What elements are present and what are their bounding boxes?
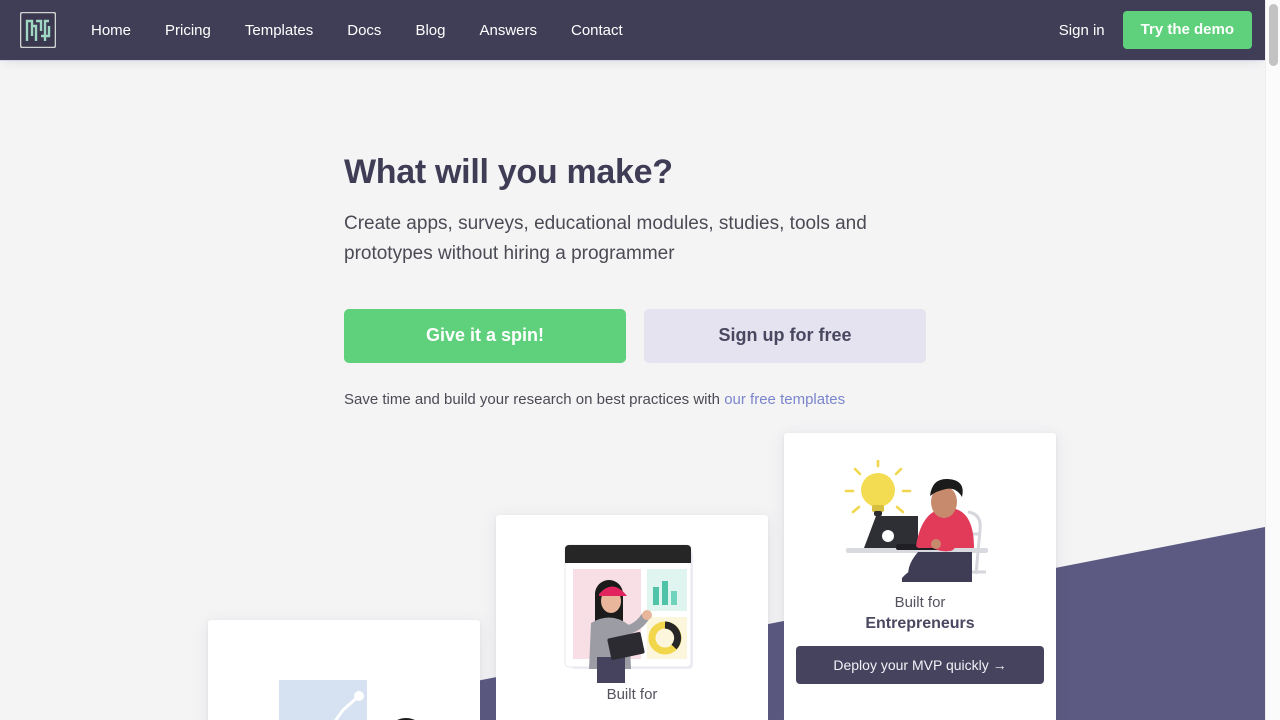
nav-item-docs[interactable]: Docs (330, 14, 398, 47)
sign-in-link[interactable]: Sign in (1041, 13, 1123, 48)
sign-up-for-free-button[interactable]: Sign up for free (644, 308, 926, 363)
card-researchers[interactable] (208, 620, 480, 720)
hero-note-text: Save time and build your research on bes… (344, 390, 725, 408)
card-caption: Built for Entrepreneurs (784, 593, 1056, 634)
give-it-a-spin-button[interactable]: Give it a spin! (344, 308, 626, 363)
primary-nav-links: Home Pricing Templates Docs Blog Answers… (74, 14, 640, 47)
woman-presenting-dashboard-illustration (496, 515, 768, 685)
nav-item-blog[interactable]: Blog (398, 14, 462, 47)
card-entrepreneurs[interactable]: Built for Entrepreneurs Deploy your MVP … (784, 433, 1056, 720)
nav-item-templates[interactable]: Templates (228, 14, 330, 47)
page-title: What will you make? (344, 153, 673, 191)
card-caption-prefix: Built for (894, 594, 946, 611)
top-navigation-bar: Home Pricing Templates Docs Blog Answers… (0, 0, 1265, 60)
man-at-laptop-with-lightbulb-illustration (784, 433, 1056, 593)
nav-item-answers[interactable]: Answers (462, 14, 554, 47)
maze-logo-icon[interactable] (20, 12, 56, 48)
nav-item-pricing[interactable]: Pricing (148, 14, 228, 47)
woman-with-target-chart-illustration (208, 620, 480, 720)
hero-button-group: Give it a spin! Sign up for free (344, 308, 964, 363)
free-templates-link[interactable]: our free templates (724, 391, 845, 408)
vertical-scrollbar-thumb[interactable] (1269, 4, 1278, 66)
deploy-mvp-button[interactable]: Deploy your MVP quickly → (796, 646, 1044, 684)
vertical-scrollbar[interactable] (1265, 0, 1280, 720)
card-caption-prefix: Built for (606, 686, 658, 703)
nav-right-group: Sign in Try the demo (1041, 11, 1265, 49)
nav-item-home[interactable]: Home (74, 14, 148, 47)
nav-left-group: Home Pricing Templates Docs Blog Answers… (0, 12, 640, 48)
try-the-demo-button[interactable]: Try the demo (1122, 11, 1252, 49)
card-caption: Built for (496, 685, 768, 705)
hero-subheading: Create apps, surveys, educational module… (344, 212, 867, 264)
card-caption-strong: Entrepreneurs (865, 615, 975, 632)
hero-section: What will you make? Create apps, surveys… (344, 152, 964, 408)
hero-note: Save time and build your research on bes… (344, 391, 964, 408)
nav-item-contact[interactable]: Contact (554, 14, 640, 47)
card-educators[interactable]: Built for (496, 515, 768, 720)
page-viewport: Built for Built for Entrepreneurs Deploy… (0, 0, 1265, 720)
